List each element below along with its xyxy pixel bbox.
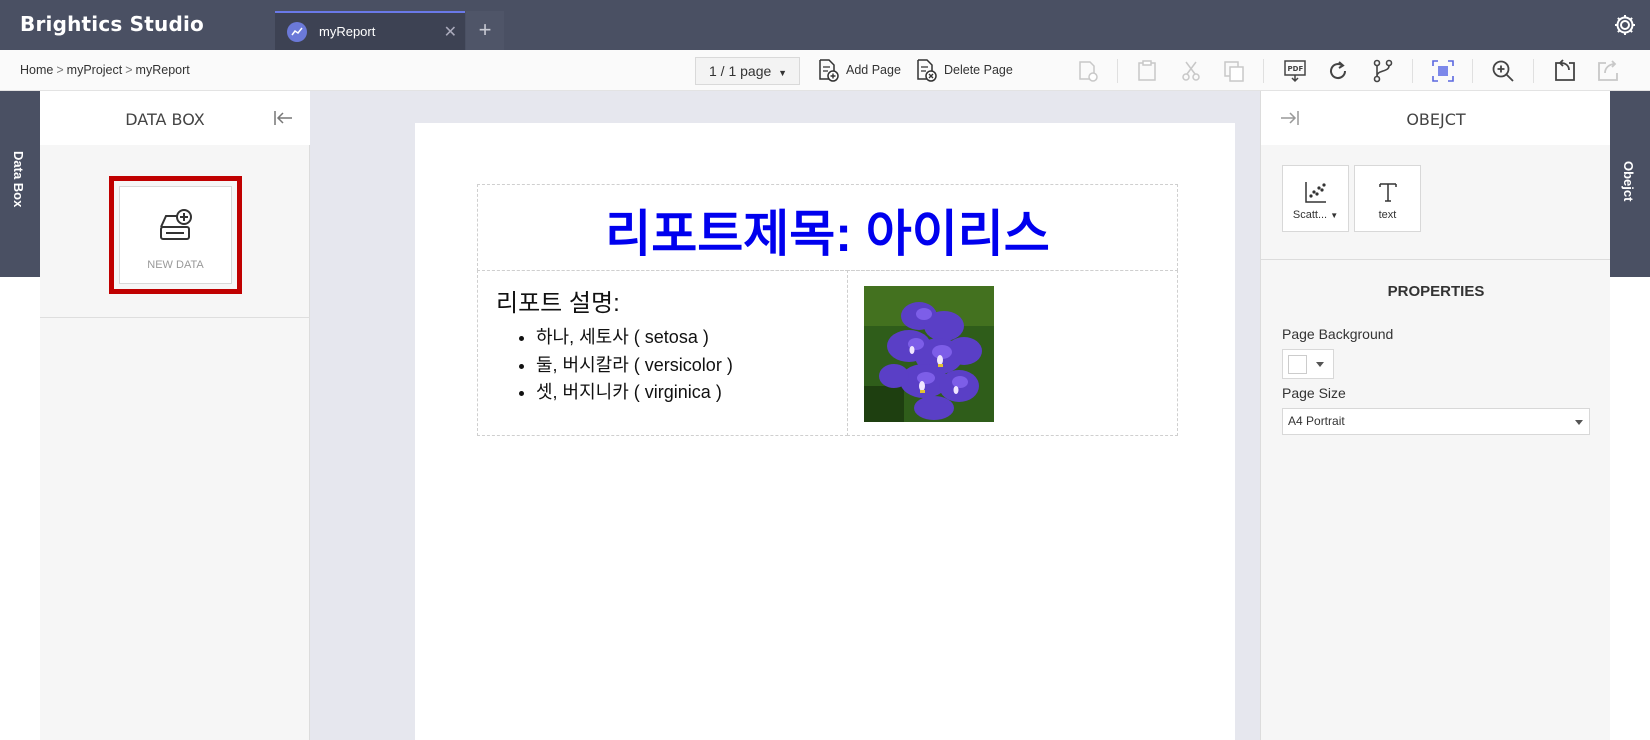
data-box-title: DATA BOX [125, 110, 205, 129]
data-box-panel: DATA BOX NEW DATA [40, 91, 310, 740]
add-page-icon [819, 59, 839, 82]
chevron-down-icon [1316, 362, 1324, 367]
object-panel-header: OBEJCT [1261, 91, 1611, 145]
delete-page-button[interactable]: Delete Page [914, 56, 1013, 84]
add-tab-button[interactable]: + [466, 11, 504, 50]
pdf-export-icon[interactable]: PDF [1282, 58, 1308, 84]
refresh-icon[interactable] [1325, 58, 1351, 84]
text-object-label: text [1378, 209, 1397, 221]
gear-icon[interactable] [1612, 12, 1638, 38]
copy-icon[interactable] [1221, 58, 1247, 84]
paste-icon[interactable] [1134, 58, 1160, 84]
scatter-object-label-text: Scatt... [1292, 209, 1328, 221]
page-size-select[interactable]: A4 Portrait [1282, 408, 1590, 435]
toolbar-divider [1117, 59, 1118, 83]
image-cell[interactable] [847, 270, 1178, 436]
iris-flower-image[interactable] [864, 286, 994, 422]
data-box-header: DATA BOX [40, 91, 310, 145]
color-swatch [1288, 355, 1307, 374]
toolbar-divider [1533, 59, 1534, 83]
chart-line-icon [287, 22, 307, 42]
branch-icon[interactable] [1370, 58, 1396, 84]
page-settings-icon[interactable] [1075, 58, 1101, 84]
breadcrumb-report[interactable]: myReport [136, 63, 190, 77]
new-data-highlight: NEW DATA [109, 176, 242, 294]
chevron-down-icon [1575, 420, 1583, 425]
import-icon[interactable] [1552, 58, 1578, 84]
fit-to-page-icon[interactable] [1430, 58, 1456, 84]
report-canvas: 리포트제목: 아이리스 리포트 설명: 하나, 세토사 ( setosa ) 둘… [310, 91, 1260, 740]
toolbar-divider [1472, 59, 1473, 83]
breadcrumb-project[interactable]: myProject [67, 63, 123, 77]
list-item: 하나, 세토사 ( setosa ) [536, 323, 733, 351]
page-selector-label: 1 / 1 page [709, 63, 772, 79]
page-size-label: Page Size [1282, 385, 1346, 401]
description-heading: 리포트 설명: [496, 290, 620, 317]
toolbar: Home > myProject > myReport 1 / 1 page ▼ Add… [0, 50, 1650, 91]
page-background-picker[interactable] [1282, 349, 1334, 379]
scatter-object-label: Scatt... ▼ [1283, 209, 1348, 221]
add-database-icon [160, 209, 192, 240]
zoom-in-icon[interactable] [1490, 58, 1516, 84]
collapse-left-icon[interactable] [272, 108, 294, 128]
data-box-side-tab[interactable]: Data Box [0, 91, 40, 277]
description-cell[interactable]: 리포트 설명: 하나, 세토사 ( setosa ) 둘, 버시칼라 ( ver… [477, 270, 848, 436]
chevron-down-icon: ▼ [778, 68, 788, 78]
dropdown-arrow-icon: ▼ [1330, 211, 1339, 220]
cut-icon[interactable] [1178, 58, 1204, 84]
scatter-plot-icon [1305, 182, 1326, 203]
object-panel-title: OBEJCT [1406, 110, 1466, 129]
object-panel: OBEJCT Scatt... ▼ text PROPERTIES Page B… [1260, 91, 1611, 740]
breadcrumb: Home > myProject > myReport [20, 63, 190, 77]
page-background-label: Page Background [1282, 326, 1394, 342]
page-selector[interactable]: 1 / 1 page ▼ [695, 57, 800, 85]
divider [40, 317, 310, 318]
report-title: 리포트제목: 아이리스 [605, 206, 1050, 262]
toolbar-divider [1263, 59, 1264, 83]
page-size-value: A4 Portrait [1288, 414, 1345, 428]
text-object-button[interactable]: text [1354, 165, 1421, 232]
list-item: 셋, 버지니카 ( virginica ) [536, 378, 733, 406]
close-icon[interactable]: ✕ [444, 22, 457, 42]
top-bar: Brightics Studio myReport ✕ + [0, 0, 1650, 50]
tab-myreport[interactable]: myReport ✕ [275, 11, 465, 50]
new-data-button[interactable]: NEW DATA [119, 186, 232, 284]
text-icon [1379, 183, 1397, 202]
title-cell[interactable]: 리포트제목: 아이리스 [477, 184, 1178, 271]
object-side-tab[interactable]: Obejct [1610, 91, 1650, 277]
app-title: Brightics Studio [20, 12, 204, 36]
properties-title: PROPERTIES [1387, 283, 1485, 300]
report-page[interactable]: 리포트제목: 아이리스 리포트 설명: 하나, 세토사 ( setosa ) 둘… [415, 123, 1235, 740]
divider [1261, 259, 1611, 260]
export-icon[interactable] [1595, 58, 1621, 84]
delete-page-label: Delete Page [944, 63, 1013, 77]
object-side-tab-label: Obejct [1621, 161, 1636, 202]
tab-label: myReport [319, 24, 376, 39]
delete-page-icon [917, 59, 937, 82]
svg-text:PDF: PDF [1288, 65, 1304, 73]
toolbar-divider [1412, 59, 1413, 83]
breadcrumb-home[interactable]: Home [20, 63, 53, 77]
add-page-label: Add Page [846, 63, 901, 77]
data-box-side-tab-label: Data Box [11, 151, 26, 208]
description-list: 하나, 세토사 ( setosa ) 둘, 버시칼라 ( versicolor … [536, 323, 733, 406]
scatter-object-button[interactable]: Scatt... ▼ [1282, 165, 1349, 232]
add-page-button[interactable]: Add Page [816, 56, 901, 84]
list-item: 둘, 버시칼라 ( versicolor ) [536, 351, 733, 379]
new-data-label: NEW DATA [147, 259, 204, 271]
